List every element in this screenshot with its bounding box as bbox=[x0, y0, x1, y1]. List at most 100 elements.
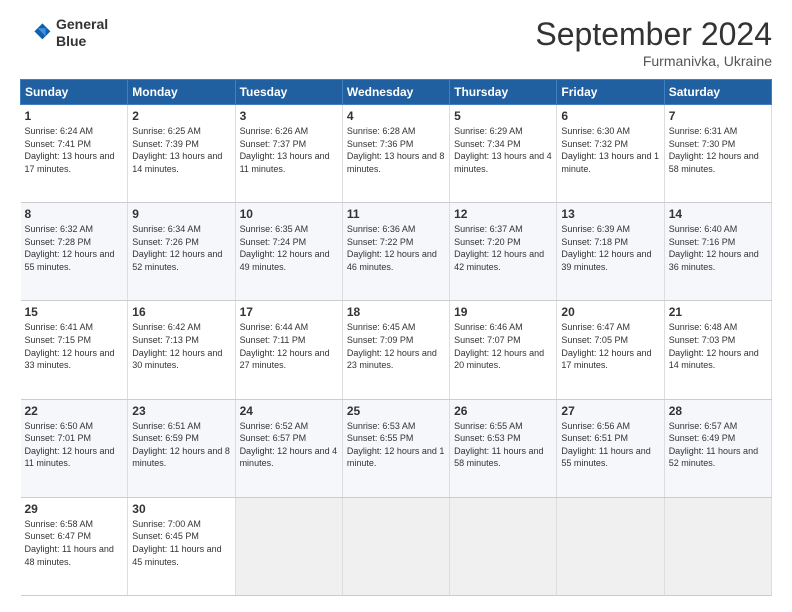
calendar: SundayMondayTuesdayWednesdayThursdayFrid… bbox=[20, 79, 772, 596]
day-info: Sunrise: 6:56 AMSunset: 6:51 PMDaylight:… bbox=[561, 420, 659, 470]
day-of-week-header: Tuesday bbox=[235, 80, 342, 105]
day-number: 22 bbox=[25, 404, 124, 418]
page: General Blue September 2024 Furmanivka, … bbox=[0, 0, 792, 612]
day-number: 20 bbox=[561, 305, 659, 319]
day-number: 7 bbox=[669, 109, 767, 123]
day-number: 27 bbox=[561, 404, 659, 418]
table-row: 5 Sunrise: 6:29 AMSunset: 7:34 PMDayligh… bbox=[450, 105, 557, 203]
table-row bbox=[450, 497, 557, 595]
logo-icon bbox=[20, 17, 52, 49]
table-row: 24 Sunrise: 6:52 AMSunset: 6:57 PMDaylig… bbox=[235, 399, 342, 497]
day-info: Sunrise: 6:47 AMSunset: 7:05 PMDaylight:… bbox=[561, 321, 659, 371]
day-number: 14 bbox=[669, 207, 767, 221]
day-info: Sunrise: 6:50 AMSunset: 7:01 PMDaylight:… bbox=[25, 420, 124, 470]
day-info: Sunrise: 6:55 AMSunset: 6:53 PMDaylight:… bbox=[454, 420, 552, 470]
day-info: Sunrise: 6:40 AMSunset: 7:16 PMDaylight:… bbox=[669, 223, 767, 273]
table-row: 9 Sunrise: 6:34 AMSunset: 7:26 PMDayligh… bbox=[128, 203, 235, 301]
day-number: 18 bbox=[347, 305, 445, 319]
table-row: 2 Sunrise: 6:25 AMSunset: 7:39 PMDayligh… bbox=[128, 105, 235, 203]
calendar-week-row: 29 Sunrise: 6:58 AMSunset: 6:47 PMDaylig… bbox=[21, 497, 772, 595]
day-info: Sunrise: 6:42 AMSunset: 7:13 PMDaylight:… bbox=[132, 321, 230, 371]
table-row: 19 Sunrise: 6:46 AMSunset: 7:07 PMDaylig… bbox=[450, 301, 557, 399]
day-number: 19 bbox=[454, 305, 552, 319]
day-number: 30 bbox=[132, 502, 230, 516]
day-of-week-header: Monday bbox=[128, 80, 235, 105]
table-row: 22 Sunrise: 6:50 AMSunset: 7:01 PMDaylig… bbox=[21, 399, 128, 497]
table-row: 18 Sunrise: 6:45 AMSunset: 7:09 PMDaylig… bbox=[342, 301, 449, 399]
day-number: 1 bbox=[25, 109, 124, 123]
day-of-week-header: Friday bbox=[557, 80, 664, 105]
day-number: 2 bbox=[132, 109, 230, 123]
table-row: 3 Sunrise: 6:26 AMSunset: 7:37 PMDayligh… bbox=[235, 105, 342, 203]
table-row: 30 Sunrise: 7:00 AMSunset: 6:45 PMDaylig… bbox=[128, 497, 235, 595]
table-row: 11 Sunrise: 6:36 AMSunset: 7:22 PMDaylig… bbox=[342, 203, 449, 301]
table-row: 21 Sunrise: 6:48 AMSunset: 7:03 PMDaylig… bbox=[664, 301, 771, 399]
table-row: 28 Sunrise: 6:57 AMSunset: 6:49 PMDaylig… bbox=[664, 399, 771, 497]
day-number: 28 bbox=[669, 404, 767, 418]
subtitle: Furmanivka, Ukraine bbox=[535, 53, 772, 69]
day-info: Sunrise: 6:52 AMSunset: 6:57 PMDaylight:… bbox=[240, 420, 338, 470]
day-info: Sunrise: 6:58 AMSunset: 6:47 PMDaylight:… bbox=[25, 518, 124, 568]
day-number: 29 bbox=[25, 502, 124, 516]
calendar-week-row: 8 Sunrise: 6:32 AMSunset: 7:28 PMDayligh… bbox=[21, 203, 772, 301]
header: General Blue September 2024 Furmanivka, … bbox=[20, 16, 772, 69]
day-info: Sunrise: 6:41 AMSunset: 7:15 PMDaylight:… bbox=[25, 321, 124, 371]
table-row bbox=[664, 497, 771, 595]
calendar-week-row: 22 Sunrise: 6:50 AMSunset: 7:01 PMDaylig… bbox=[21, 399, 772, 497]
day-number: 5 bbox=[454, 109, 552, 123]
table-row: 15 Sunrise: 6:41 AMSunset: 7:15 PMDaylig… bbox=[21, 301, 128, 399]
day-info: Sunrise: 6:35 AMSunset: 7:24 PMDaylight:… bbox=[240, 223, 338, 273]
day-number: 13 bbox=[561, 207, 659, 221]
table-row: 13 Sunrise: 6:39 AMSunset: 7:18 PMDaylig… bbox=[557, 203, 664, 301]
day-info: Sunrise: 6:48 AMSunset: 7:03 PMDaylight:… bbox=[669, 321, 767, 371]
logo: General Blue bbox=[20, 16, 108, 50]
day-info: Sunrise: 6:24 AMSunset: 7:41 PMDaylight:… bbox=[25, 125, 124, 175]
table-row bbox=[342, 497, 449, 595]
table-row: 4 Sunrise: 6:28 AMSunset: 7:36 PMDayligh… bbox=[342, 105, 449, 203]
day-number: 8 bbox=[25, 207, 124, 221]
calendar-week-row: 1 Sunrise: 6:24 AMSunset: 7:41 PMDayligh… bbox=[21, 105, 772, 203]
day-number: 10 bbox=[240, 207, 338, 221]
day-info: Sunrise: 6:25 AMSunset: 7:39 PMDaylight:… bbox=[132, 125, 230, 175]
day-number: 9 bbox=[132, 207, 230, 221]
day-number: 17 bbox=[240, 305, 338, 319]
logo-text: General Blue bbox=[56, 16, 108, 50]
day-number: 23 bbox=[132, 404, 230, 418]
table-row: 6 Sunrise: 6:30 AMSunset: 7:32 PMDayligh… bbox=[557, 105, 664, 203]
day-info: Sunrise: 6:44 AMSunset: 7:11 PMDaylight:… bbox=[240, 321, 338, 371]
day-of-week-header: Sunday bbox=[21, 80, 128, 105]
table-row: 27 Sunrise: 6:56 AMSunset: 6:51 PMDaylig… bbox=[557, 399, 664, 497]
day-info: Sunrise: 6:57 AMSunset: 6:49 PMDaylight:… bbox=[669, 420, 767, 470]
day-info: Sunrise: 6:46 AMSunset: 7:07 PMDaylight:… bbox=[454, 321, 552, 371]
table-row: 10 Sunrise: 6:35 AMSunset: 7:24 PMDaylig… bbox=[235, 203, 342, 301]
day-info: Sunrise: 6:34 AMSunset: 7:26 PMDaylight:… bbox=[132, 223, 230, 273]
day-number: 25 bbox=[347, 404, 445, 418]
table-row: 20 Sunrise: 6:47 AMSunset: 7:05 PMDaylig… bbox=[557, 301, 664, 399]
day-info: Sunrise: 7:00 AMSunset: 6:45 PMDaylight:… bbox=[132, 518, 230, 568]
day-of-week-header: Saturday bbox=[664, 80, 771, 105]
day-info: Sunrise: 6:32 AMSunset: 7:28 PMDaylight:… bbox=[25, 223, 124, 273]
table-row bbox=[557, 497, 664, 595]
day-number: 12 bbox=[454, 207, 552, 221]
day-number: 26 bbox=[454, 404, 552, 418]
table-row: 25 Sunrise: 6:53 AMSunset: 6:55 PMDaylig… bbox=[342, 399, 449, 497]
calendar-header-row: SundayMondayTuesdayWednesdayThursdayFrid… bbox=[21, 80, 772, 105]
day-info: Sunrise: 6:30 AMSunset: 7:32 PMDaylight:… bbox=[561, 125, 659, 175]
table-row: 26 Sunrise: 6:55 AMSunset: 6:53 PMDaylig… bbox=[450, 399, 557, 497]
day-info: Sunrise: 6:45 AMSunset: 7:09 PMDaylight:… bbox=[347, 321, 445, 371]
table-row: 1 Sunrise: 6:24 AMSunset: 7:41 PMDayligh… bbox=[21, 105, 128, 203]
day-number: 15 bbox=[25, 305, 124, 319]
calendar-week-row: 15 Sunrise: 6:41 AMSunset: 7:15 PMDaylig… bbox=[21, 301, 772, 399]
day-info: Sunrise: 6:37 AMSunset: 7:20 PMDaylight:… bbox=[454, 223, 552, 273]
day-number: 24 bbox=[240, 404, 338, 418]
day-info: Sunrise: 6:26 AMSunset: 7:37 PMDaylight:… bbox=[240, 125, 338, 175]
day-info: Sunrise: 6:51 AMSunset: 6:59 PMDaylight:… bbox=[132, 420, 230, 470]
day-info: Sunrise: 6:53 AMSunset: 6:55 PMDaylight:… bbox=[347, 420, 445, 470]
table-row: 17 Sunrise: 6:44 AMSunset: 7:11 PMDaylig… bbox=[235, 301, 342, 399]
table-row bbox=[235, 497, 342, 595]
day-info: Sunrise: 6:36 AMSunset: 7:22 PMDaylight:… bbox=[347, 223, 445, 273]
day-number: 3 bbox=[240, 109, 338, 123]
title-block: September 2024 Furmanivka, Ukraine bbox=[535, 16, 772, 69]
month-title: September 2024 bbox=[535, 16, 772, 53]
day-number: 16 bbox=[132, 305, 230, 319]
